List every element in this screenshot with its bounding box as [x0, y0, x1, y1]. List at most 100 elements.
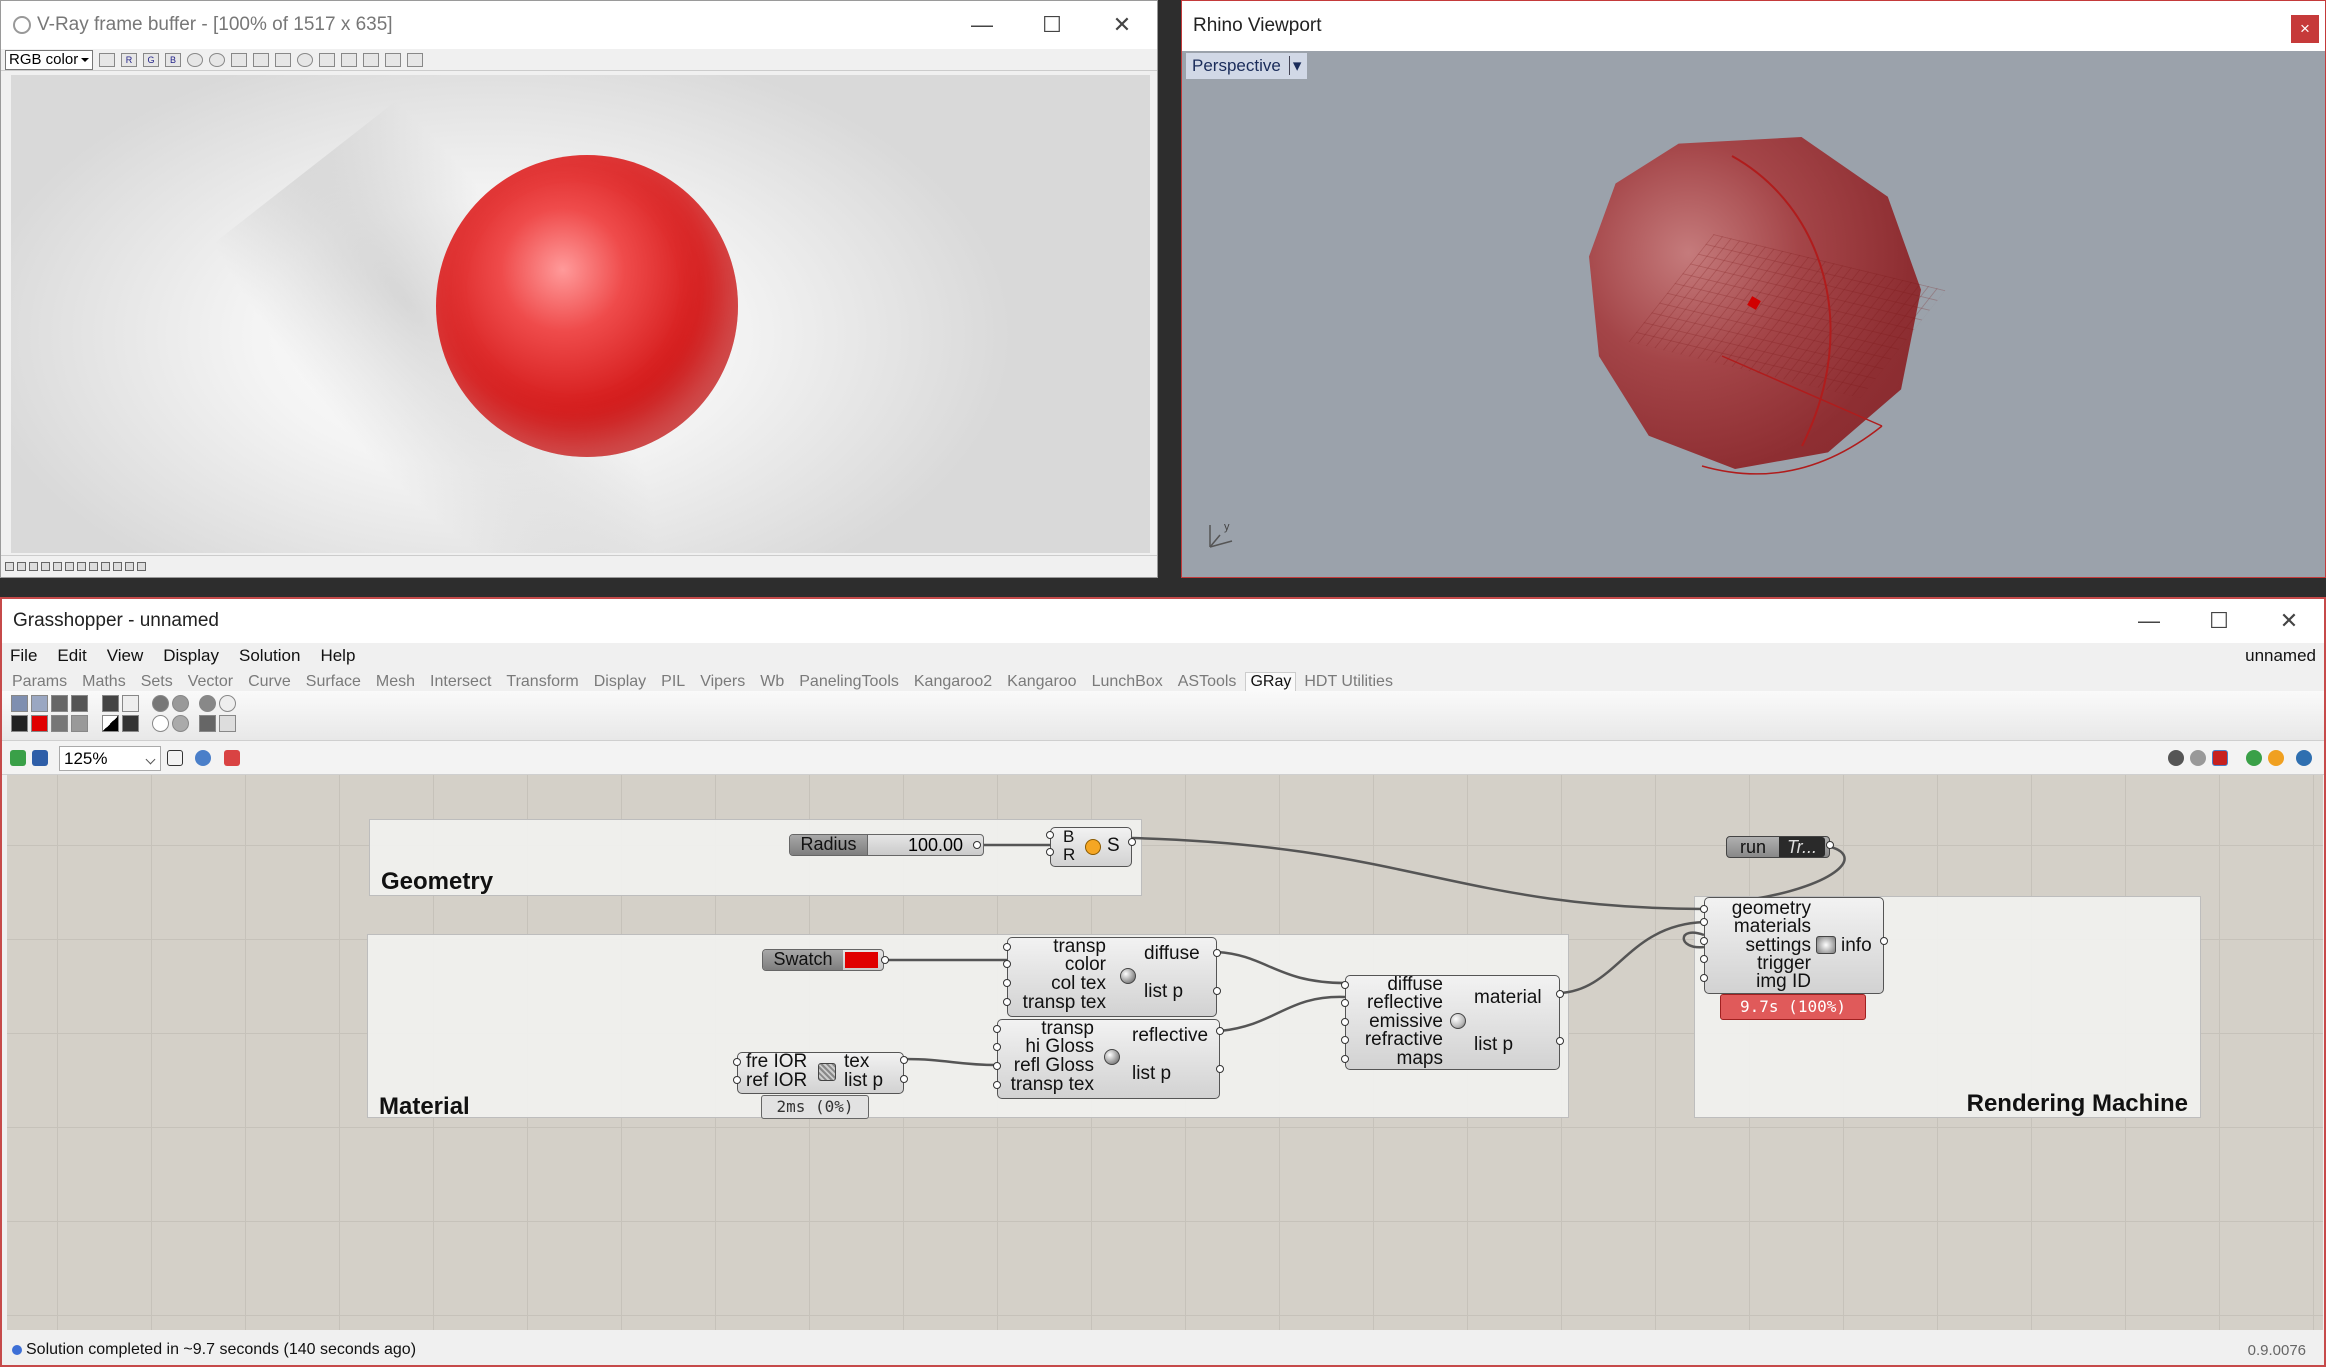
preview-wire-icon[interactable] [2190, 750, 2206, 766]
tab-intersect[interactable]: Intersect [430, 673, 491, 691]
mini-tool-icon[interactable] [125, 562, 134, 571]
tab-transform[interactable]: Transform [506, 673, 578, 691]
minimize-icon[interactable]: — [2114, 599, 2184, 643]
tab-astools[interactable]: ASTools [1178, 673, 1237, 691]
renderer-component[interactable]: geometry materials settings trigger img … [1704, 897, 1884, 994]
mono-icon[interactable] [209, 52, 225, 67]
gray-component-icon[interactable] [219, 695, 236, 712]
input-port[interactable] [1003, 998, 1011, 1006]
menu-display[interactable]: Display [163, 646, 219, 666]
viewport-menu-caret-icon[interactable]: ▾ [1288, 56, 1302, 75]
input-port[interactable] [1341, 999, 1349, 1007]
mini-tool-icon[interactable] [65, 562, 74, 571]
mini-tool-icon[interactable] [137, 562, 146, 571]
tab-params[interactable]: Params [12, 673, 67, 691]
tab-vipers[interactable]: Vipers [700, 673, 745, 691]
tab-sets[interactable]: Sets [141, 673, 173, 691]
mini-tool-icon[interactable] [5, 562, 14, 571]
document-name[interactable]: unnamed [2245, 646, 2316, 666]
input-port[interactable] [993, 1025, 1001, 1033]
gray-component-icon[interactable] [172, 715, 189, 732]
grasshopper-titlebar[interactable]: Grasshopper - unnamed — ☐ ✕ [2, 599, 2324, 643]
gray-component-icon[interactable] [71, 695, 88, 712]
gray-component-icon[interactable] [152, 695, 169, 712]
output-port[interactable] [1213, 949, 1221, 957]
mini-tool-icon[interactable] [77, 562, 86, 571]
preview-mesh-icon[interactable] [2246, 750, 2262, 766]
input-port[interactable] [1700, 905, 1708, 913]
input-port[interactable] [1341, 1036, 1349, 1044]
output-port[interactable] [1556, 1037, 1564, 1045]
input-port[interactable] [1003, 943, 1011, 951]
gray-component-icon[interactable] [219, 715, 236, 732]
render-icon[interactable] [297, 52, 313, 67]
mini-tool-icon[interactable] [29, 562, 38, 571]
zoom-extents-icon[interactable] [167, 750, 183, 766]
output-port[interactable] [1128, 838, 1136, 846]
output-port[interactable] [1826, 841, 1834, 849]
run-boolean-toggle[interactable]: run Tr... [1726, 836, 1830, 858]
vray-titlebar[interactable]: V-Ray frame buffer - [100% of 1517 x 635… [1, 1, 1157, 49]
gray-component-icon[interactable] [51, 695, 68, 712]
maximize-icon[interactable]: ☐ [2184, 599, 2254, 643]
gray-component-icon[interactable] [152, 715, 169, 732]
input-port[interactable] [733, 1076, 741, 1084]
region-icon[interactable] [319, 52, 335, 67]
tab-panelingtools[interactable]: PanelingTools [799, 673, 899, 691]
input-port[interactable] [1700, 918, 1708, 926]
preview-color-icon[interactable] [2268, 750, 2284, 766]
menu-solution[interactable]: Solution [239, 646, 300, 666]
mini-tool-icon[interactable] [17, 562, 26, 571]
close-icon[interactable]: ✕ [2254, 599, 2324, 643]
tab-hdt-utilities[interactable]: HDT Utilities [1304, 673, 1393, 691]
output-port[interactable] [1216, 1065, 1224, 1073]
fresnel-component[interactable]: fre IOR ref IOR tex list p [737, 1051, 904, 1094]
alpha-icon[interactable] [187, 52, 203, 67]
input-port[interactable] [1341, 1055, 1349, 1063]
input-port[interactable] [1700, 955, 1708, 963]
output-port[interactable] [973, 841, 981, 849]
gray-component-icon[interactable] [11, 715, 28, 732]
tab-curve[interactable]: Curve [248, 673, 291, 691]
output-port[interactable] [1213, 987, 1221, 995]
gray-component-icon[interactable] [71, 715, 88, 732]
preview-eye-icon[interactable] [195, 750, 211, 766]
tab-kangaroo[interactable]: Kangaroo [1007, 673, 1076, 691]
output-port[interactable] [1880, 937, 1888, 945]
zoom-dropdown[interactable]: 125% [59, 746, 161, 771]
gray-component-icon[interactable] [102, 695, 119, 712]
input-port[interactable] [1700, 937, 1708, 945]
input-port[interactable] [1046, 848, 1054, 856]
gray-component-icon[interactable] [199, 715, 216, 732]
input-port[interactable] [1003, 979, 1011, 987]
radius-slider[interactable]: Radius 100.00 [789, 834, 984, 856]
input-port[interactable] [1046, 831, 1054, 839]
mini-tool-icon[interactable] [101, 562, 110, 571]
tab-maths[interactable]: Maths [82, 673, 126, 691]
input-port[interactable] [1341, 1018, 1349, 1026]
menu-view[interactable]: View [107, 646, 144, 666]
close-icon[interactable]: ✕ [1087, 1, 1157, 49]
tab-wb[interactable]: Wb [760, 673, 784, 691]
mini-tool-icon[interactable] [41, 562, 50, 571]
viewport-tab[interactable]: Perspective ▾ [1186, 53, 1308, 79]
clear-image-icon[interactable] [253, 52, 269, 67]
tab-pil[interactable]: PIL [661, 673, 685, 691]
perspective-viewport[interactable]: Perspective ▾ y [1182, 51, 2325, 577]
gray-component-icon[interactable] [102, 715, 119, 732]
tab-display[interactable]: Display [594, 673, 646, 691]
run-toggle-value[interactable]: Tr... [1779, 837, 1825, 857]
preview-shaded-icon[interactable] [2212, 750, 2228, 766]
swatch-color-chip[interactable] [845, 952, 878, 968]
link-icon[interactable] [341, 52, 357, 67]
channel-r-button[interactable]: R [121, 52, 137, 67]
input-port[interactable] [733, 1058, 741, 1066]
color-swatch[interactable]: Swatch [762, 949, 884, 971]
input-port[interactable] [993, 1043, 1001, 1051]
close-icon[interactable]: × [2291, 15, 2319, 43]
radius-slider-value[interactable]: 100.00 [908, 835, 963, 855]
input-port[interactable] [1700, 974, 1708, 982]
preview-off-icon[interactable] [2168, 750, 2184, 766]
history-icon[interactable] [275, 52, 291, 67]
tab-kangaroo2[interactable]: Kangaroo2 [914, 673, 992, 691]
